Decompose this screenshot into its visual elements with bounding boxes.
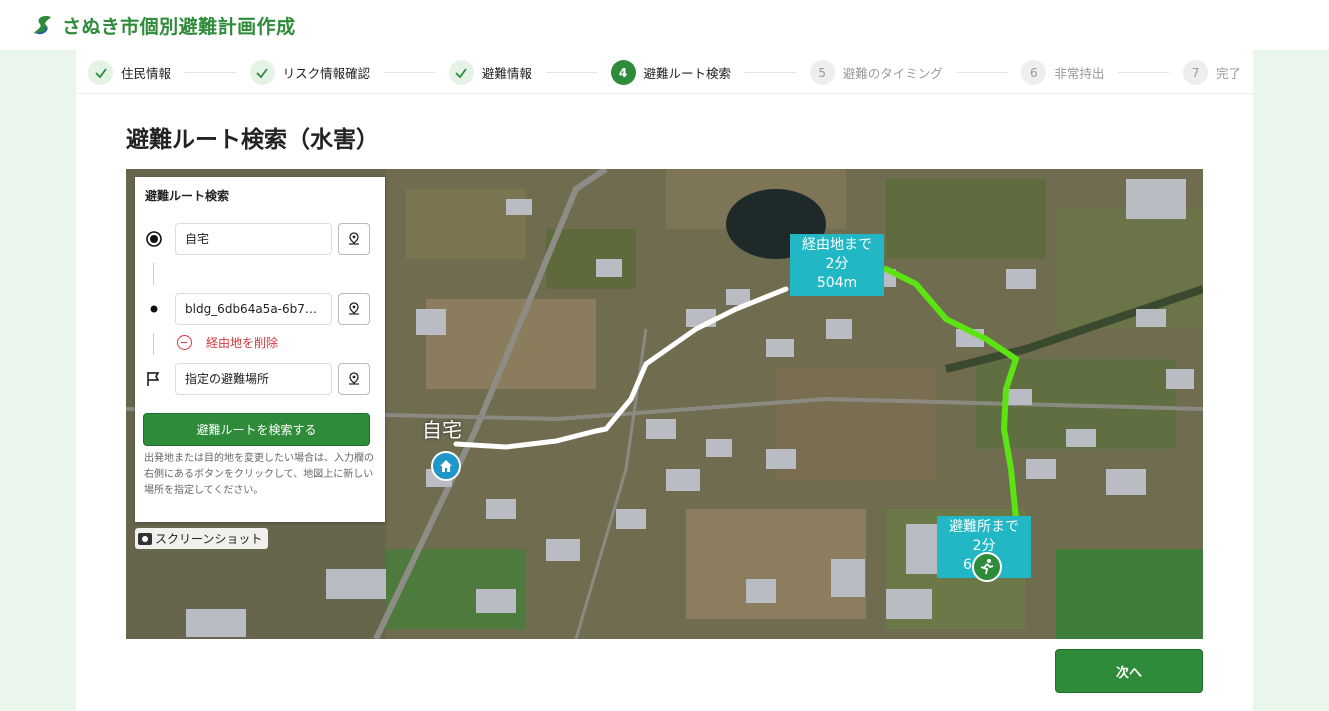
step-resident-info[interactable]: 住民情報 — [88, 60, 171, 85]
city-emblem-icon — [34, 15, 51, 35]
search-route-button[interactable]: 避難ルートを検索する — [143, 413, 370, 446]
step-label: 避難情報 — [481, 66, 532, 81]
step-connector — [1118, 72, 1170, 73]
page-title: 避難ルート検索（水害） — [126, 127, 379, 153]
evacuation-shelter-icon[interactable] — [972, 552, 1002, 582]
callout-line: 経由地まで — [802, 237, 872, 253]
route-connector-line — [153, 333, 154, 355]
callout-line: 2分 — [825, 256, 849, 272]
route-search-panel: 避難ルート検索 自宅 bldg_6db64a5a-6b74... 経由地を削除 … — [135, 177, 385, 522]
waypoint-dot-icon — [145, 300, 163, 318]
callout-line: 504m — [816, 275, 858, 291]
waypoint-pick-location-button[interactable] — [338, 293, 370, 325]
step-risk-info[interactable]: リスク情報確認 — [249, 60, 371, 85]
step-label: 非常持出 — [1054, 66, 1105, 81]
remove-waypoint-label: 経由地を削除 — [206, 336, 279, 350]
step-connector — [185, 72, 236, 73]
step-connector — [956, 72, 1008, 73]
step-number: 4 — [610, 60, 636, 85]
check-icon — [448, 60, 474, 85]
app-header: さぬき市個別避難計画作成 — [0, 0, 1329, 50]
app-title: さぬき市個別避難計画作成 — [62, 15, 296, 38]
step-emergency-items: 6 非常持出 — [1021, 60, 1104, 85]
callout-line: 避難所まで — [949, 519, 1019, 535]
screenshot-label: スクリーンショット — [155, 532, 263, 546]
minus-circle-icon — [177, 335, 192, 350]
map-pin-icon — [349, 372, 359, 385]
origin-radio-icon — [145, 230, 163, 248]
step-label: 避難のタイミング — [842, 66, 943, 81]
step-route-search[interactable]: 4 避難ルート検索 — [610, 60, 732, 85]
progress-stepper: 住民情報 リスク情報確認 避難情報 4 避難ルート検索 5 避難のタイミング 6… — [76, 52, 1253, 94]
help-text: 出発地または目的地を変更したい場合は、入力欄の右側にあるボタンをクリックして、地… — [144, 453, 374, 496]
step-number: 7 — [1183, 60, 1209, 85]
check-icon — [249, 60, 275, 85]
origin-row: 自宅 — [135, 223, 385, 255]
map-pin-icon — [349, 302, 359, 315]
camera-icon — [138, 532, 152, 545]
step-connector — [545, 72, 597, 73]
step-connector — [384, 72, 435, 73]
home-icon[interactable] — [431, 451, 461, 481]
panel-title: 避難ルート検索 — [145, 189, 230, 203]
waypoint-row: bldg_6db64a5a-6b74... — [135, 293, 385, 325]
step-number: 6 — [1021, 60, 1047, 85]
waypoint-callout: 経由地まで 2分 504m — [790, 234, 884, 296]
origin-pick-location-button[interactable] — [338, 223, 370, 255]
step-label: 避難ルート検索 — [643, 66, 732, 81]
waypoint-input[interactable]: bldg_6db64a5a-6b74... — [175, 293, 332, 325]
screenshot-button[interactable]: スクリーンショット — [135, 528, 269, 549]
destination-input[interactable]: 指定の避難場所 — [175, 363, 332, 395]
step-complete: 7 完了 — [1183, 60, 1241, 85]
check-icon — [88, 60, 113, 85]
step-label: 完了 — [1216, 66, 1242, 81]
map-pin-icon — [349, 232, 359, 245]
step-number: 5 — [809, 60, 835, 85]
next-button[interactable]: 次へ — [1055, 649, 1203, 693]
destination-row: 指定の避難場所 — [135, 363, 385, 395]
step-label: リスク情報確認 — [282, 66, 371, 81]
origin-input[interactable]: 自宅 — [175, 223, 332, 255]
flag-icon — [145, 370, 163, 388]
destination-pick-location-button[interactable] — [338, 363, 370, 395]
remove-waypoint-button[interactable]: 経由地を削除 — [177, 334, 278, 351]
route-connector-line — [153, 263, 154, 285]
step-connector — [745, 72, 796, 73]
step-evacuation-info[interactable]: 避難情報 — [448, 60, 532, 85]
step-timing: 5 避難のタイミング — [809, 60, 943, 85]
home-label: 自宅 — [422, 418, 462, 442]
step-label: 住民情報 — [121, 66, 172, 81]
